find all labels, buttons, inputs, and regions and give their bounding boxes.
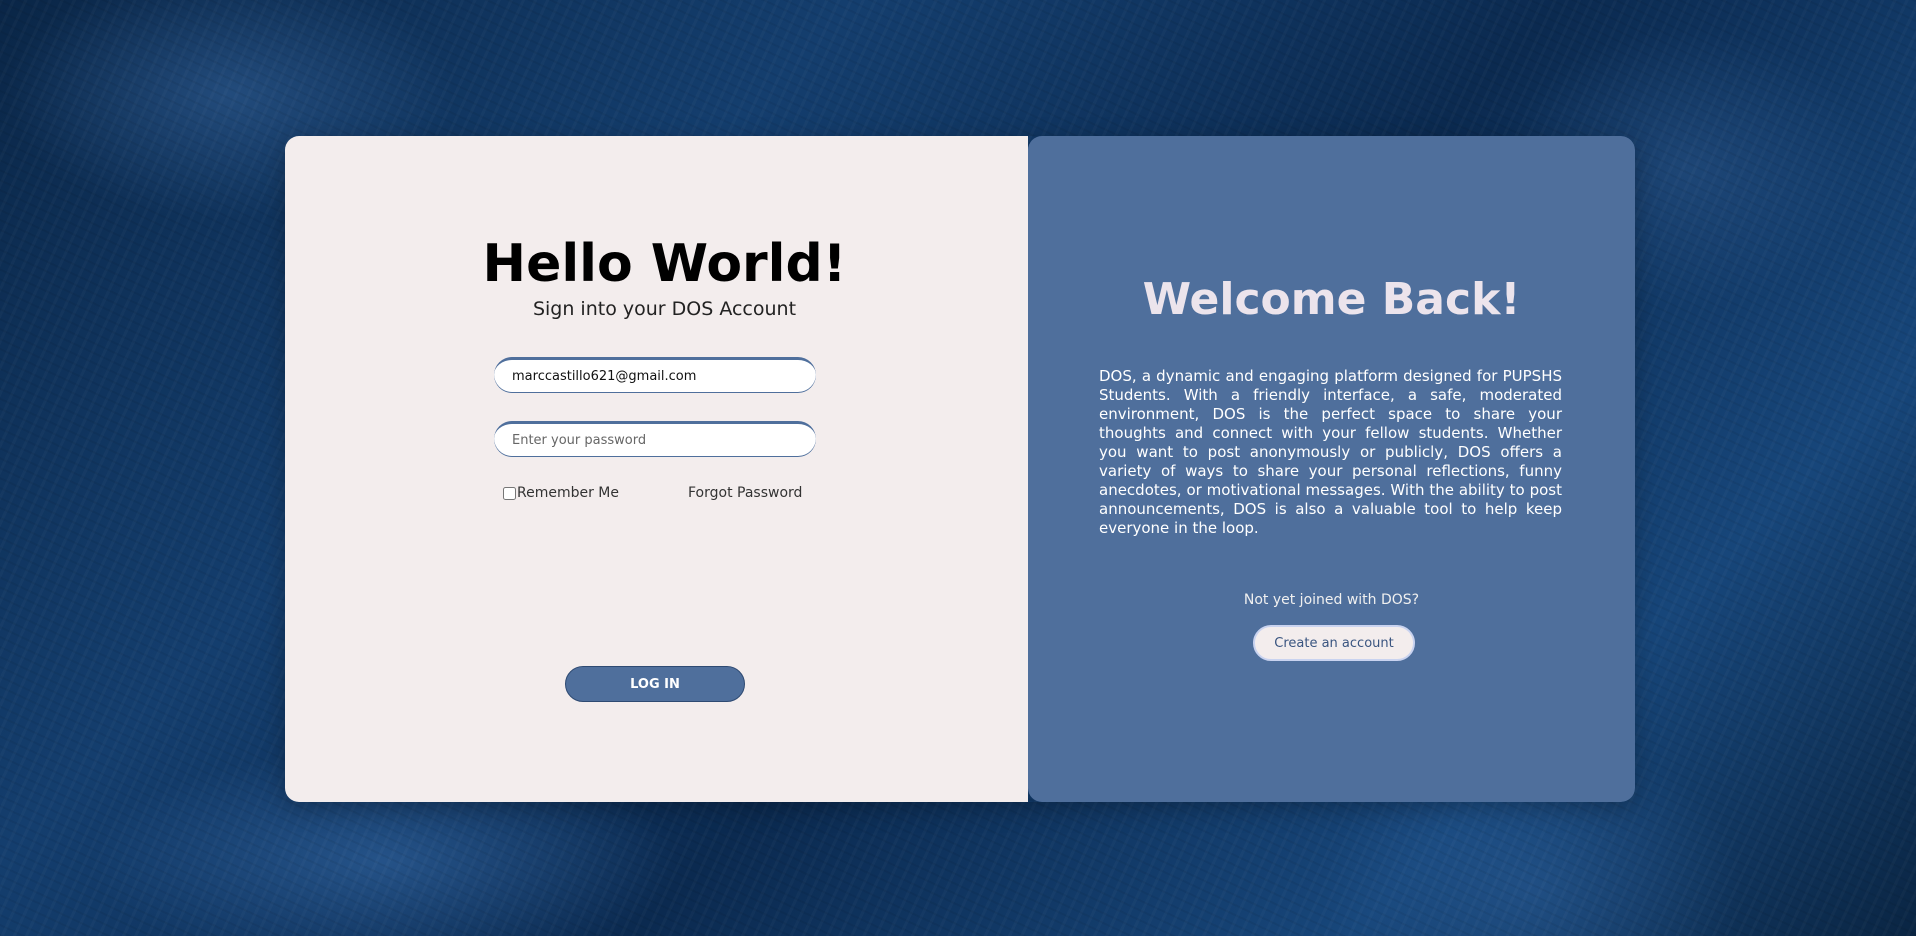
login-button[interactable]: LOG IN	[565, 666, 745, 702]
remember-me-checkbox[interactable]	[503, 486, 516, 500]
forgot-password-link[interactable]: Forgot Password	[688, 485, 802, 501]
login-subtitle: Sign into your DOS Account	[532, 298, 797, 320]
remember-me[interactable]: Remember Me	[503, 485, 619, 501]
email-field[interactable]	[494, 357, 816, 393]
welcome-heading: Welcome Back!	[1142, 274, 1521, 325]
login-panel: Hello World! Sign into your DOS Account …	[285, 136, 1028, 802]
password-field[interactable]	[494, 421, 816, 457]
auth-card: Hello World! Sign into your DOS Account …	[285, 136, 1635, 802]
remember-me-label: Remember Me	[517, 485, 619, 501]
welcome-panel: Welcome Back! DOS, a dynamic and engagin…	[1028, 136, 1635, 802]
welcome-description: DOS, a dynamic and engaging platform des…	[1099, 367, 1562, 537]
login-heading: Hello World!	[482, 234, 847, 294]
signup-prompt: Not yet joined with DOS?	[1243, 592, 1420, 608]
create-account-button[interactable]: Create an account	[1253, 625, 1415, 661]
